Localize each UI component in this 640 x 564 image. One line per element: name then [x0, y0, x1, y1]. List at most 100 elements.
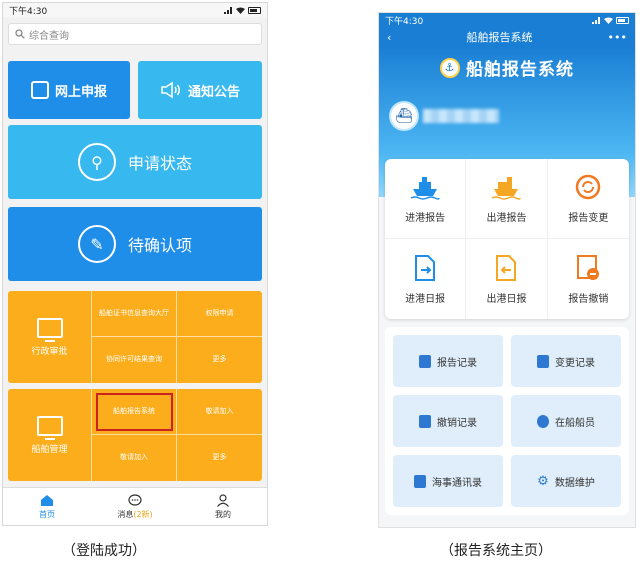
ship-more-label: 更多 [212, 453, 227, 462]
nav-home-label: 首页 [39, 509, 55, 519]
page-title: 船舶报告系统 [466, 31, 533, 44]
login-success-screen: 下午4:30 综合查询 网上申报 通知公告 ⚲ 申请状态 ✎ 待确认项 行政审批… [2, 2, 268, 526]
ship-coming-soon-2-label: 敬请加入 [120, 453, 148, 462]
nav-messages[interactable]: 消息(2新) [91, 488, 179, 525]
grid-label: 进港报告 [405, 213, 446, 224]
title-bar: ‹ 船舶报告系统 ••• [379, 27, 635, 47]
maritime-contacts-button[interactable]: 海事通讯录 [393, 455, 503, 507]
ship-management-label: 船舶管理 [31, 444, 68, 455]
cancel-record-button[interactable]: 撤销记录 [393, 395, 503, 447]
nav-mine[interactable]: 我的 [179, 488, 267, 525]
ship-in-icon [410, 173, 440, 201]
grid-label: 出港日报 [486, 293, 527, 305]
stamp-icon: ⚲ [77, 143, 116, 181]
brand-title: 船舶报告系统 [466, 60, 574, 80]
online-apply-label: 网上申报 [54, 84, 107, 100]
list-label: 数据维护 [554, 477, 595, 489]
status-time: 下午4:30 [385, 16, 424, 27]
list-label: 海事通讯录 [432, 477, 482, 489]
list-label: 在船船员 [555, 417, 595, 429]
grid-label: 报告撤销 [568, 293, 609, 305]
doc-cancel-icon [573, 254, 603, 282]
apply-status-button[interactable]: ⚲ 申请状态 [8, 125, 262, 199]
ship-management-category[interactable]: 船舶管理 [8, 389, 92, 481]
admin-collab-query-label: 协同许可结果查询 [106, 355, 162, 364]
signal-icon [592, 16, 600, 24]
pencil-icon: ✎ [77, 225, 116, 263]
search-input[interactable]: 综合查询 [8, 23, 262, 45]
gear-icon: ⚙ [537, 473, 549, 489]
status-icons [592, 16, 629, 24]
nav-mine-label: 我的 [215, 509, 231, 519]
cancel-record-icon [419, 414, 431, 428]
admin-more[interactable]: 更多 [177, 337, 262, 383]
grid-item-outbound-report[interactable]: 出港报告 [466, 159, 548, 239]
wifi-icon [604, 17, 613, 24]
edit-icon [30, 81, 49, 99]
pending-confirm-label: 待确认项 [127, 236, 192, 255]
back-icon[interactable]: ‹ [387, 31, 391, 44]
admin-cert-query[interactable]: 船舶证书信息查询大厅 [92, 291, 177, 337]
chat-icon [128, 493, 142, 506]
grid-item-inbound-daily[interactable]: 进港日报 [385, 239, 467, 319]
grid-item-outbound-daily[interactable]: 出港日报 [466, 239, 548, 319]
ship-more[interactable]: 更多 [177, 435, 262, 481]
admin-more-label: 更多 [212, 355, 227, 364]
admin-collab-query[interactable]: 协同许可结果查询 [92, 337, 177, 383]
ship-management-section: 船舶管理 船舶报告系统 敬请加入 敬请加入 更多 [8, 389, 262, 481]
grid-item-report-change[interactable]: 报告变更 [547, 159, 629, 239]
user-icon [217, 493, 229, 507]
record-icon [419, 354, 431, 368]
admin-approval-section: 行政审批 船舶证书信息查询大厅 权限申请 协同许可结果查询 更多 [8, 291, 262, 383]
admin-approval-label: 行政审批 [31, 346, 68, 357]
data-maintenance-button[interactable]: ⚙ 数据维护 [511, 455, 621, 507]
apply-status-label: 申请状态 [127, 154, 192, 173]
report-record-button[interactable]: 报告记录 [393, 335, 503, 387]
admin-cert-query-label: 船舶证书信息查询大厅 [99, 308, 169, 317]
ship-report-system-label: 船舶报告系统 [113, 406, 155, 415]
ship-report-system-link[interactable]: 船舶报告系统 [92, 389, 177, 435]
ship-out-icon [491, 173, 522, 201]
doc-in-icon [410, 254, 440, 282]
nav-messages-text: 消息(2新) [117, 509, 152, 520]
grid-item-report-cancel[interactable]: 报告撤销 [548, 239, 629, 319]
search-placeholder: 综合查询 [29, 30, 69, 42]
battery-icon [616, 16, 629, 24]
crew-icon [537, 414, 549, 428]
left-caption: （登陆成功） [62, 543, 146, 559]
admin-approval-category[interactable]: 行政审批 [8, 291, 92, 383]
blurred-username [423, 109, 499, 123]
change-record-icon [537, 354, 549, 368]
battery-icon [248, 6, 261, 14]
grid-item-inbound-report[interactable]: 进港报告 [385, 159, 467, 239]
report-function-grid: 进港报告 出港报告 报告变更 进港日报 出港日报 报告撤销 [385, 159, 629, 319]
grid-label: 报告变更 [568, 213, 609, 224]
status-bar: 下午4:30 [379, 13, 635, 27]
monitor-icon [36, 415, 63, 440]
monitor-icon [36, 317, 63, 342]
refresh-icon [573, 173, 603, 201]
online-apply-button[interactable]: 网上申报 [8, 61, 130, 119]
ship-coming-soon-1[interactable]: 敬请加入 [177, 389, 262, 435]
ship-coming-soon-2[interactable]: 敬请加入 [92, 435, 177, 481]
ship-coming-soon-1-label: 敬请加入 [205, 406, 234, 415]
nav-messages-badge: (2新) [133, 509, 153, 519]
admin-permission-apply-label: 权限申请 [205, 308, 234, 317]
nav-home[interactable]: 首页 [3, 488, 91, 525]
signal-icon [224, 6, 232, 14]
nav-messages-label: 消息 [117, 509, 134, 519]
notice-button[interactable]: 通知公告 [138, 61, 262, 119]
admin-permission-apply[interactable]: 权限申请 [177, 291, 262, 337]
pending-confirm-button[interactable]: ✎ 待确认项 [8, 207, 262, 281]
more-icon[interactable]: ••• [608, 31, 627, 44]
list-label: 变更记录 [555, 357, 595, 369]
search-icon [15, 29, 25, 39]
change-record-button[interactable]: 变更记录 [511, 335, 621, 387]
list-label: 报告记录 [437, 357, 477, 369]
grid-label: 出港报告 [486, 213, 527, 224]
crew-onboard-button[interactable]: 在船船员 [511, 395, 621, 447]
list-label: 撤销记录 [437, 417, 477, 429]
doc-out-icon [491, 254, 521, 282]
status-bar: 下午4:30 [3, 3, 267, 17]
avatar[interactable]: ⛴ [389, 101, 419, 131]
